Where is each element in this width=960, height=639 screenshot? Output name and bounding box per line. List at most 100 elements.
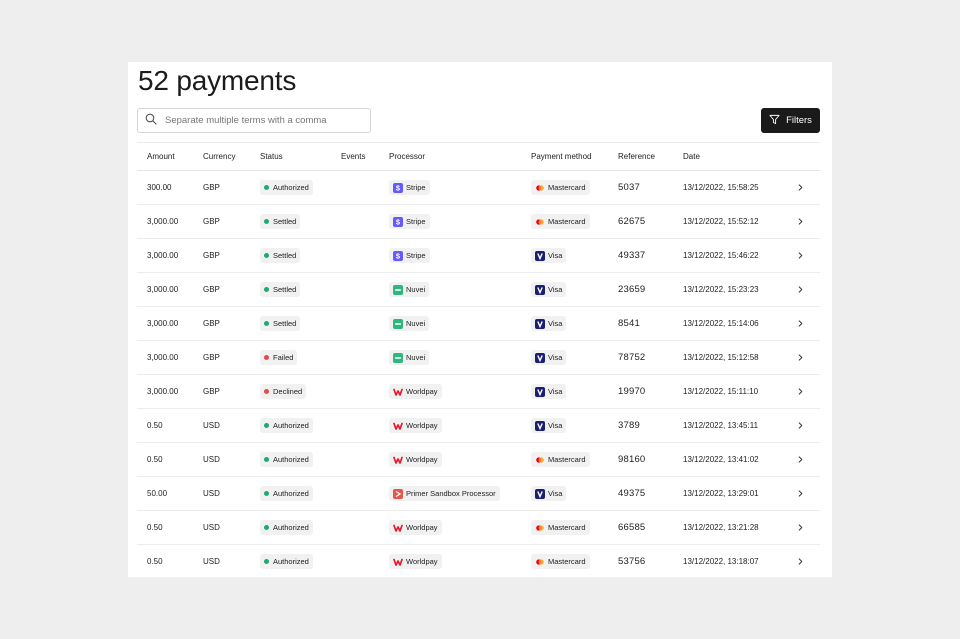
processor-logo-icon: [393, 284, 403, 295]
reference-cell: 66585: [618, 511, 645, 544]
table-row[interactable]: 50.00 USD Authorized Primer Sandbox Proc…: [137, 477, 820, 511]
header-payment-method[interactable]: Payment method: [531, 152, 591, 161]
header-processor[interactable]: Processor: [389, 152, 425, 161]
payment-method-cell: Visa: [531, 341, 567, 374]
amount-value: 0.50: [147, 421, 163, 430]
payment-method-label: Mastercard: [548, 557, 586, 566]
reference-cell: 49337: [618, 239, 645, 272]
currency-value: GBP: [203, 319, 220, 328]
date-cell: 13/12/2022, 13:45:11: [683, 409, 758, 442]
table-row[interactable]: 0.50 USD Authorized Worldpay Visa 3789 1…: [137, 409, 820, 443]
table-row[interactable]: 0.50 USD Authorized Worldpay Mastercard …: [137, 545, 820, 577]
currency-value: GBP: [203, 251, 220, 260]
payment-method-cell: Visa: [531, 409, 567, 442]
header-currency[interactable]: Currency: [203, 152, 235, 161]
reference-cell: 49375: [618, 477, 645, 510]
table-row[interactable]: 3,000.00 GBP Settled Nuvei Visa 23659 13…: [137, 273, 820, 307]
payment-method-label: Mastercard: [548, 183, 586, 192]
header-amount[interactable]: Amount: [147, 152, 175, 161]
table-row[interactable]: 3,000.00 GBP Settled $ Stripe Visa 49337…: [137, 239, 820, 273]
chevron-right-icon[interactable]: [794, 545, 806, 577]
payment-method-label: Visa: [548, 387, 563, 396]
search-input[interactable]: [165, 115, 355, 126]
status-badge: Settled: [260, 282, 301, 297]
chevron-right-icon[interactable]: [794, 375, 806, 408]
status-label: Declined: [273, 387, 303, 396]
chevron-right-icon[interactable]: [794, 409, 806, 442]
processor-cell: $ Stripe: [389, 239, 430, 272]
amount-value: 0.50: [147, 557, 163, 566]
processor-cell: Worldpay: [389, 511, 442, 544]
status-badge: Authorized: [260, 520, 313, 535]
chevron-right-icon[interactable]: [794, 341, 806, 374]
date-value: 13/12/2022, 13:21:28: [683, 523, 759, 532]
reference-value: 78752: [618, 352, 646, 363]
chevron-right-icon[interactable]: [794, 273, 806, 306]
amount-cell: 3,000.00: [147, 205, 178, 238]
currency-value: GBP: [203, 183, 220, 192]
table-row[interactable]: 0.50 USD Authorized Worldpay Mastercard …: [137, 443, 820, 477]
status-dot-icon: [264, 491, 269, 496]
date-cell: 13/12/2022, 15:58:25: [683, 171, 759, 204]
processor-badge: Nuvei: [389, 316, 430, 331]
status-dot-icon: [264, 355, 269, 360]
header-status[interactable]: Status: [260, 152, 283, 161]
header-events[interactable]: Events: [341, 152, 365, 161]
table-row[interactable]: 3,000.00 GBP Settled Nuvei Visa 8541 13/…: [137, 307, 820, 341]
filters-button[interactable]: Filters: [761, 108, 820, 133]
date-value: 13/12/2022, 13:18:07: [683, 557, 759, 566]
chevron-right-icon[interactable]: [794, 239, 806, 272]
date-cell: 13/12/2022, 15:52:12: [683, 205, 759, 238]
processor-badge: Primer Sandbox Processor: [389, 486, 500, 501]
chevron-right-icon[interactable]: [794, 307, 806, 340]
card-brand-icon: [535, 523, 545, 533]
currency-cell: GBP: [203, 239, 220, 272]
payment-method-cell: Visa: [531, 375, 567, 408]
status-dot-icon: [264, 287, 269, 292]
payments-panel: 52 payments Filters Amount Currency Stat…: [128, 62, 832, 577]
status-badge: Authorized: [260, 418, 313, 433]
search-box[interactable]: [137, 108, 371, 133]
table-row[interactable]: 3,000.00 GBP Declined Worldpay Visa 1997…: [137, 375, 820, 409]
table-row[interactable]: 300.00 GBP Authorized $ Stripe Mastercar…: [137, 171, 820, 205]
processor-badge: $ Stripe: [389, 180, 430, 195]
processor-cell: Primer Sandbox Processor: [389, 477, 500, 510]
card-brand-icon: [535, 352, 545, 363]
chevron-right-icon[interactable]: [794, 511, 806, 544]
payment-method-label: Visa: [548, 353, 563, 362]
currency-cell: USD: [203, 477, 220, 510]
processor-logo-icon: [393, 352, 403, 363]
status-badge: Authorized: [260, 486, 313, 501]
processor-cell: $ Stripe: [389, 205, 430, 238]
header-reference[interactable]: Reference: [618, 152, 655, 161]
reference-cell: 5037: [618, 171, 640, 204]
processor-label: Primer Sandbox Processor: [406, 489, 496, 498]
filters-label: Filters: [786, 115, 812, 126]
header-date[interactable]: Date: [683, 152, 700, 161]
table-row[interactable]: 0.50 USD Authorized Worldpay Mastercard …: [137, 511, 820, 545]
payment-method-label: Mastercard: [548, 217, 586, 226]
processor-badge: $ Stripe: [389, 214, 430, 229]
table-row[interactable]: 3,000.00 GBP Settled $ Stripe Mastercard…: [137, 205, 820, 239]
chevron-right-icon[interactable]: [794, 171, 806, 204]
table-row[interactable]: 3,000.00 GBP Failed Nuvei Visa 78752 13/…: [137, 341, 820, 375]
currency-value: USD: [203, 557, 220, 566]
chevron-right-icon[interactable]: [794, 477, 806, 510]
processor-cell: $ Stripe: [389, 171, 430, 204]
status-dot-icon: [264, 321, 269, 326]
payment-method-label: Visa: [548, 421, 563, 430]
payments-table: Amount Currency Status Events Processor …: [137, 142, 820, 577]
amount-cell: 3,000.00: [147, 375, 178, 408]
processor-logo-icon: [393, 523, 403, 533]
processor-logo-icon: $: [393, 216, 403, 227]
processor-label: Worldpay: [406, 387, 438, 396]
processor-logo-icon: [393, 387, 403, 397]
chevron-right-icon[interactable]: [794, 205, 806, 238]
status-dot-icon: [264, 219, 269, 224]
payment-method-label: Mastercard: [548, 455, 586, 464]
amount-cell: 0.50: [147, 511, 163, 544]
amount-value: 3,000.00: [147, 319, 179, 328]
status-badge: Settled: [260, 248, 301, 263]
chevron-right-icon[interactable]: [794, 443, 806, 476]
status-badge: Authorized: [260, 554, 313, 569]
